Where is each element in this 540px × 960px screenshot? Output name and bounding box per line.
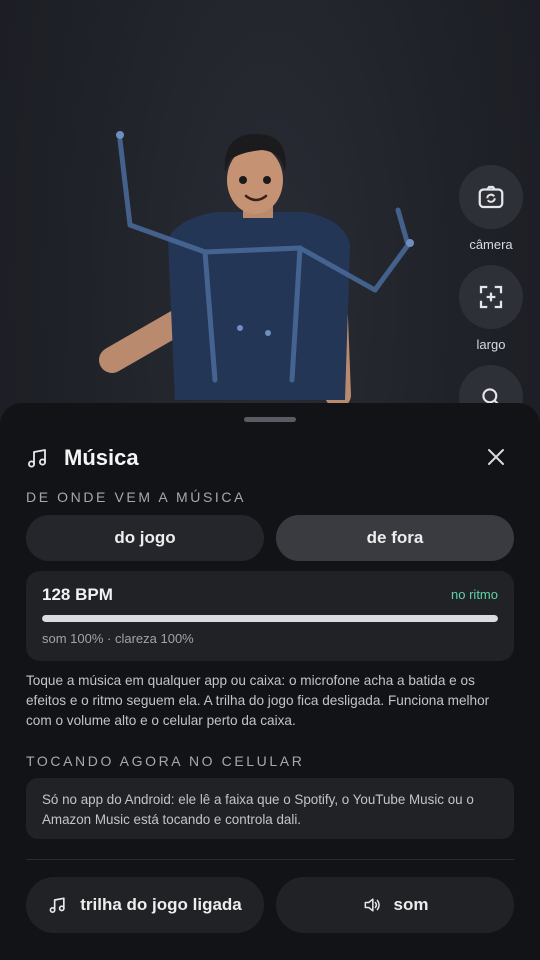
sheet-drag-handle[interactable] (244, 417, 296, 422)
beat-level-fill (42, 615, 498, 622)
camera-side-controls: câmera largo (458, 165, 524, 429)
divider (26, 859, 514, 860)
wide-angle-button[interactable] (459, 265, 523, 329)
camera-switch-label: câmera (469, 237, 513, 252)
music-note-icon (28, 449, 46, 468)
close-button[interactable] (484, 445, 508, 469)
bpm-meta: som 100% · clareza 100% (42, 631, 194, 646)
speaker-icon (364, 898, 380, 912)
soundtrack-toggle-label: trilha do jogo ligada (80, 895, 242, 914)
source-section-label: DE ONDE VEM A MÚSICA (26, 489, 247, 505)
source-option-game[interactable]: do jogo (26, 515, 264, 561)
sheet-header: Música (26, 443, 514, 473)
wide-angle-label: largo (476, 337, 506, 352)
camera-switch-button[interactable] (459, 165, 523, 229)
beat-level-bar (42, 615, 498, 622)
camera-switch-icon (478, 185, 504, 209)
music-note-icon (49, 897, 65, 913)
music-bottom-sheet: Música DE ONDE VEM A MÚSICA do jogo de f… (0, 403, 540, 960)
sound-button[interactable]: som (276, 877, 514, 933)
sound-label: som (393, 895, 429, 914)
source-option-external[interactable]: de fora (276, 515, 514, 561)
bpm-status: no ritmo (451, 587, 498, 602)
close-icon (488, 449, 504, 465)
bpm-card: 128 BPM no ritmo som 100% · clareza 100% (26, 571, 514, 661)
sheet-title: Música (64, 445, 139, 470)
external-music-description: Toque a música em qualquer app ou caixa:… (26, 673, 490, 728)
now-playing-info: Só no app do Android: ele lê a faixa que… (26, 778, 514, 839)
soundtrack-toggle-button[interactable]: trilha do jogo ligada (26, 877, 264, 933)
wide-angle-icon (479, 285, 503, 309)
bpm-value: 128 BPM (42, 585, 113, 604)
now-playing-section-label: TOCANDO AGORA NO CELULAR (26, 753, 305, 769)
